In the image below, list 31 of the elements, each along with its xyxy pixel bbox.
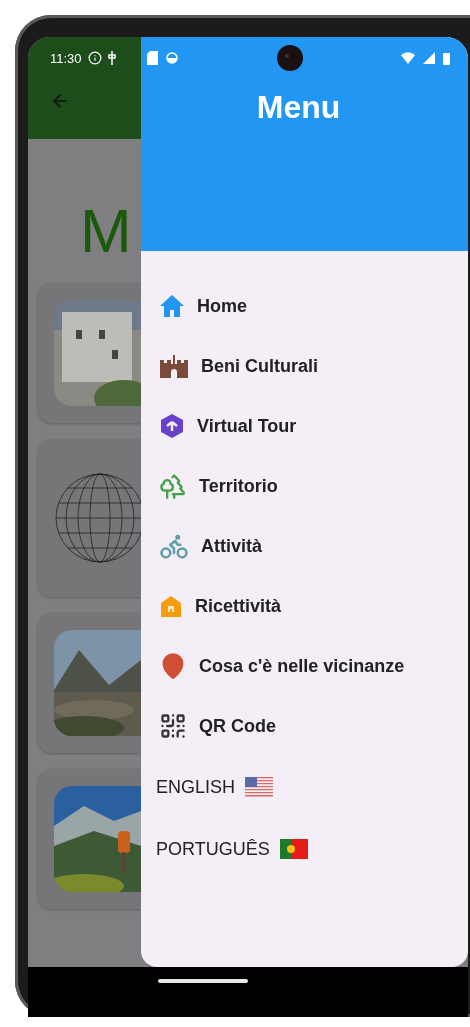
menu-item[interactable]: QR Code: [159, 696, 468, 756]
signal-icon: [423, 52, 435, 64]
menu-item[interactable]: Territorio: [159, 456, 468, 516]
language-option[interactable]: PORTUGUÊS: [156, 818, 468, 880]
home-icon: [159, 294, 185, 318]
place-card[interactable]: [38, 769, 141, 909]
wifi-icon: [401, 52, 415, 64]
menu-item[interactable]: Ricettività: [159, 576, 468, 636]
flag-icon: [279, 839, 308, 859]
house-icon: [159, 594, 183, 618]
castle-icon: [159, 354, 189, 378]
menu-item[interactable]: Home: [159, 276, 468, 336]
status-time: 11:30: [50, 50, 82, 66]
qr-code-icon: [159, 712, 187, 740]
drawer-title: Menu: [255, 89, 342, 126]
circle-icon: [166, 52, 178, 64]
trees-icon: [159, 472, 187, 500]
battery-icon: [443, 51, 450, 65]
menu-item[interactable]: Virtual Tour: [159, 396, 468, 456]
menu-item[interactable]: Cosa c'è nelle vicinanze: [159, 636, 468, 696]
camera-icon: [276, 45, 303, 71]
menu-item[interactable]: Beni Culturali: [159, 336, 468, 396]
menu-item[interactable]: Attività: [159, 516, 468, 576]
info-icon: [87, 51, 102, 65]
place-card[interactable]: [38, 283, 141, 423]
place-card[interactable]: [38, 439, 141, 597]
place-card[interactable]: [38, 613, 141, 753]
page-title: M: [79, 195, 133, 267]
flag-icon: [245, 777, 274, 797]
sim-card-icon: [147, 51, 158, 65]
language-option[interactable]: ENGLISH: [156, 756, 468, 818]
